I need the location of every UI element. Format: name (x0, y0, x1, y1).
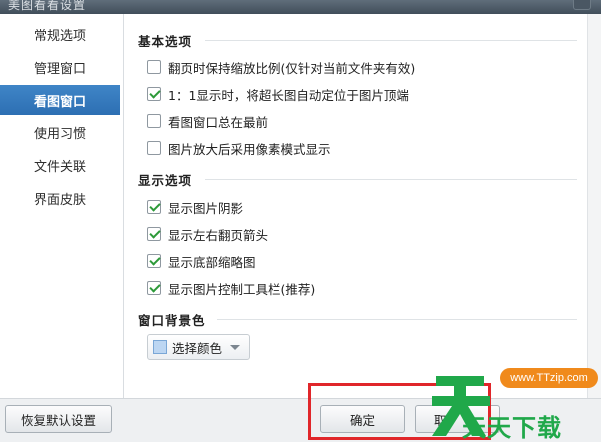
chevron-down-icon (230, 344, 241, 350)
option-label: 图片放大后采用像素模式显示 (168, 141, 331, 157)
sidebar-item-general[interactable]: 常规选项 (0, 19, 120, 49)
title-bar: 美图看看设置 (0, 0, 601, 14)
vertical-scrollbar[interactable] (587, 14, 601, 398)
restore-defaults-button[interactable]: 恢复默认设置 (5, 405, 112, 433)
cancel-button[interactable]: 取 (415, 405, 500, 433)
window-title: 美图看看设置 (8, 0, 87, 12)
background-color-heading: 窗口背景色 (138, 313, 206, 328)
checkbox-checked[interactable] (147, 254, 161, 268)
section-divider (217, 319, 577, 320)
checkbox-checked[interactable] (147, 281, 161, 295)
color-swatch (153, 340, 167, 354)
sidebar-item-habits[interactable]: 使用习惯 (0, 117, 120, 147)
option-label: 显示图片阴影 (168, 200, 244, 216)
sidebar-item-viewer-window[interactable]: 看图窗口 (0, 85, 120, 115)
checkbox[interactable] (147, 114, 161, 128)
checkbox-checked[interactable] (147, 200, 161, 214)
checkbox[interactable] (147, 60, 161, 74)
sidebar-item-manage-window[interactable]: 管理窗口 (0, 52, 120, 82)
sidebar-item-file-association[interactable]: 文件关联 (0, 150, 120, 180)
option-show-thumbnails[interactable]: 显示底部缩略图 (147, 252, 256, 270)
viewer-settings-panel: 基本选项 翻页时保持缩放比例(仅针对当前文件夹有效) 1：1显示时，将超长图自动… (125, 14, 587, 398)
option-show-shadow[interactable]: 显示图片阴影 (147, 198, 243, 216)
choose-color-dropdown[interactable]: 选择颜色 (147, 334, 250, 360)
option-show-page-arrows[interactable]: 显示左右翻页箭头 (147, 225, 268, 243)
option-top-align-long-image[interactable]: 1：1显示时，将超长图自动定位于图片顶端 (147, 85, 409, 103)
option-label: 翻页时保持缩放比例(仅针对当前文件夹有效) (168, 60, 416, 76)
close-button[interactable] (573, 0, 591, 10)
choose-color-label: 选择颜色 (172, 340, 223, 356)
basic-options-heading: 基本选项 (138, 34, 193, 49)
section-divider (205, 40, 577, 41)
checkbox-checked[interactable] (147, 87, 161, 101)
checkbox-checked[interactable] (147, 227, 161, 241)
display-options-heading: 显示选项 (138, 173, 193, 188)
dialog-footer: 恢复默认设置 确定 取 (0, 398, 601, 442)
sidebar-item-skin[interactable]: 界面皮肤 (0, 183, 120, 213)
option-label: 显示底部缩略图 (168, 254, 256, 270)
option-keep-zoom-on-page-turn[interactable]: 翻页时保持缩放比例(仅针对当前文件夹有效) (147, 58, 415, 76)
checkbox[interactable] (147, 141, 161, 155)
section-divider (205, 179, 577, 180)
option-label: 显示图片控制工具栏(推荐) (168, 281, 316, 297)
option-label: 显示左右翻页箭头 (168, 227, 269, 243)
option-show-toolbar[interactable]: 显示图片控制工具栏(推荐) (147, 279, 315, 297)
settings-sidebar: 常规选项 管理窗口 看图窗口 使用习惯 文件关联 界面皮肤 (0, 14, 124, 398)
option-label: 看图窗口总在最前 (168, 114, 269, 130)
ok-button[interactable]: 确定 (320, 405, 405, 433)
option-pixel-mode-zoom[interactable]: 图片放大后采用像素模式显示 (147, 139, 331, 157)
option-always-on-top[interactable]: 看图窗口总在最前 (147, 112, 268, 130)
option-label: 1：1显示时，将超长图自动定位于图片顶端 (168, 87, 409, 103)
